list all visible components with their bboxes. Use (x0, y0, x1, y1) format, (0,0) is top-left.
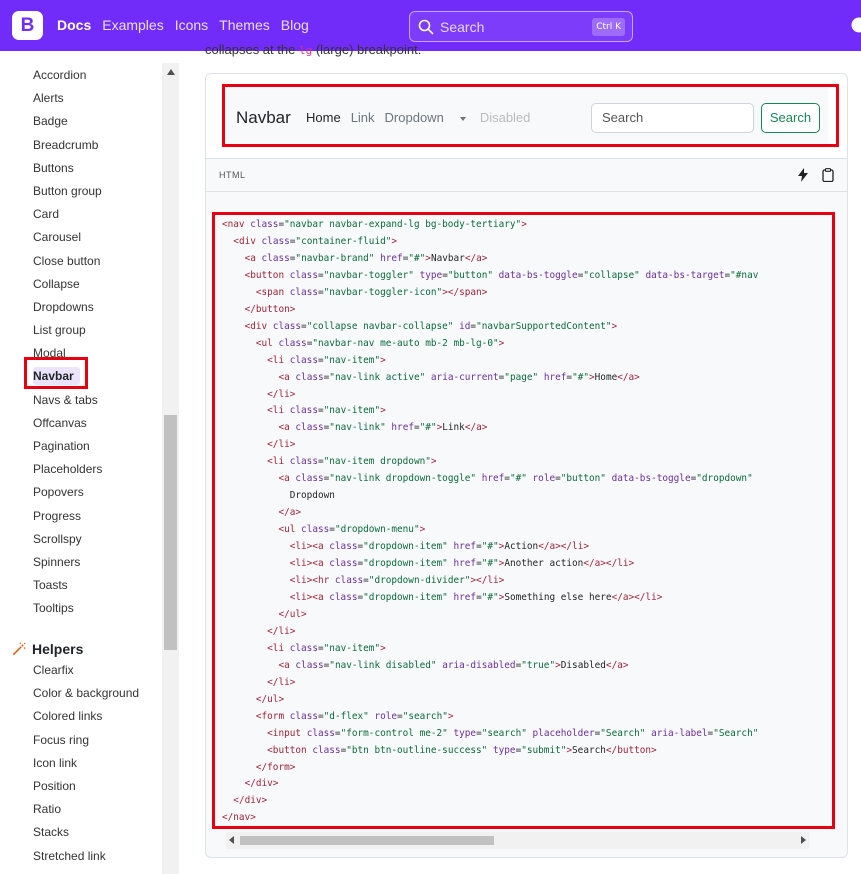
magic-wand-icon (12, 642, 26, 656)
sidebar-item-color-background[interactable]: Color & background (33, 684, 139, 707)
caret-down-icon (459, 116, 466, 121)
sidebar-item-stacks[interactable]: Stacks (33, 823, 139, 846)
code-scroll-thumb[interactable] (240, 836, 494, 845)
sidebar-item-stretched-link[interactable]: Stretched link (33, 847, 139, 870)
sidebar-item-close-button[interactable]: Close button (33, 252, 102, 275)
sidebar-item-tooltips[interactable]: Tooltips (33, 599, 102, 622)
sidebar-item-position[interactable]: Position (33, 777, 139, 800)
demo-navbar: Navbar Home Link Dropdown Disabled Searc… (226, 86, 828, 148)
sidebar-item-button-group[interactable]: Button group (33, 182, 102, 205)
lightning-icon[interactable] (797, 168, 809, 182)
scroll-up-arrow-icon[interactable] (167, 69, 175, 75)
helpers-title: Helpers (32, 641, 84, 657)
nav-link-blog[interactable]: Blog (281, 17, 309, 33)
sidebar-item-offcanvas[interactable]: Offcanvas (33, 414, 102, 437)
code-header: HTML (205, 159, 848, 192)
intro-text: collapses at the lg (large) breakpoint. (205, 42, 421, 57)
nav-link-examples[interactable]: Examples (102, 17, 163, 33)
search-shortcut: Ctrl K (592, 18, 625, 36)
demo-navbar-brand[interactable]: Navbar (236, 108, 291, 128)
top-navbar: B Docs Examples Icons Themes Blog Search… (0, 0, 861, 51)
github-icon[interactable] (851, 17, 861, 33)
docs-search-button[interactable]: Search Ctrl K (409, 11, 633, 42)
intro-code: lg (298, 44, 313, 57)
sidebar-item-navs-tabs[interactable]: Navs & tabs (33, 391, 102, 414)
scroll-right-arrow-icon[interactable] (801, 836, 806, 844)
sidebar-item-alerts[interactable]: Alerts (33, 89, 102, 112)
sidebar-item-clearfix[interactable]: Clearfix (33, 661, 139, 684)
sidebar-item-card[interactable]: Card (33, 205, 102, 228)
sidebar-item-navbar[interactable]: Navbar (33, 367, 102, 390)
sidebar-item-list-group[interactable]: List group (33, 321, 102, 344)
sidebar-item-navbar-label: Navbar (33, 367, 80, 386)
sidebar-item-modal[interactable]: Modal (33, 344, 102, 367)
bootstrap-logo[interactable]: B (12, 11, 43, 40)
navbar-example-preview: Navbar Home Link Dropdown Disabled Searc… (205, 73, 848, 159)
sidebar-item-dropdowns[interactable]: Dropdowns (33, 298, 102, 321)
code-snippet-area: <nav class="navbar navbar-expand-lg bg-b… (205, 192, 848, 858)
sidebar-item-spinners[interactable]: Spinners (33, 553, 102, 576)
sidebar-item-accordion[interactable]: Accordion (33, 66, 102, 89)
sidebar-item-buttons[interactable]: Buttons (33, 159, 102, 182)
sidebar-item-scrollspy[interactable]: Scrollspy (33, 530, 102, 553)
code-snippet: <nav class="navbar navbar-expand-lg bg-b… (222, 219, 759, 824)
demo-dropdown-label: Dropdown (384, 110, 444, 125)
sidebar-scrollbar[interactable] (162, 63, 179, 874)
helpers-list: Clearfix Color & background Colored link… (33, 661, 139, 870)
sidebar-item-collapse[interactable]: Collapse (33, 275, 102, 298)
search-icon (418, 19, 434, 34)
sidebar: Accordion Alerts Badge Breadcrumb Button… (0, 51, 179, 874)
nav-link-docs[interactable]: Docs (57, 17, 91, 33)
sidebar-item-popovers[interactable]: Popovers (33, 483, 102, 506)
demo-search-button[interactable]: Search (761, 103, 820, 133)
sidebar-item-colored-links[interactable]: Colored links (33, 707, 139, 730)
scroll-left-arrow-icon[interactable] (229, 836, 234, 844)
demo-link-link[interactable]: Link (351, 110, 375, 125)
sidebar-item-placeholders[interactable]: Placeholders (33, 460, 102, 483)
clipboard-icon[interactable] (822, 168, 834, 182)
demo-link-dropdown[interactable]: Dropdown (385, 110, 466, 125)
demo-search-input[interactable]: Search (591, 103, 754, 133)
sidebar-item-toasts[interactable]: Toasts (33, 576, 102, 599)
sidebar-item-icon-link[interactable]: Icon link (33, 754, 139, 777)
code-horizontal-scrollbar[interactable] (226, 832, 809, 849)
nav-link-icons[interactable]: Icons (175, 17, 208, 33)
sidebar-item-carousel[interactable]: Carousel (33, 228, 102, 251)
components-list: Accordion Alerts Badge Breadcrumb Button… (33, 66, 102, 623)
sidebar-item-ratio[interactable]: Ratio (33, 800, 139, 823)
sidebar-item-focus-ring[interactable]: Focus ring (33, 731, 139, 754)
nav-link-themes[interactable]: Themes (219, 17, 270, 33)
code-language-label: HTML (219, 170, 246, 180)
demo-nav-links: Home Link Dropdown Disabled (306, 110, 540, 125)
helpers-heading: Helpers (12, 641, 83, 657)
demo-link-disabled: Disabled (479, 110, 531, 125)
intro-suffix: (large) breakpoint. (315, 42, 422, 57)
top-nav-links: Docs Examples Icons Themes Blog (57, 17, 320, 33)
sidebar-item-pagination[interactable]: Pagination (33, 437, 102, 460)
sidebar-item-breadcrumb[interactable]: Breadcrumb (33, 136, 102, 159)
search-placeholder: Search (440, 18, 485, 35)
sidebar-item-badge[interactable]: Badge (33, 112, 102, 135)
sidebar-scroll-thumb[interactable] (164, 415, 177, 650)
intro-prefix: collapses at the (205, 42, 296, 57)
sidebar-item-progress[interactable]: Progress (33, 507, 102, 530)
demo-link-home[interactable]: Home (306, 110, 341, 125)
